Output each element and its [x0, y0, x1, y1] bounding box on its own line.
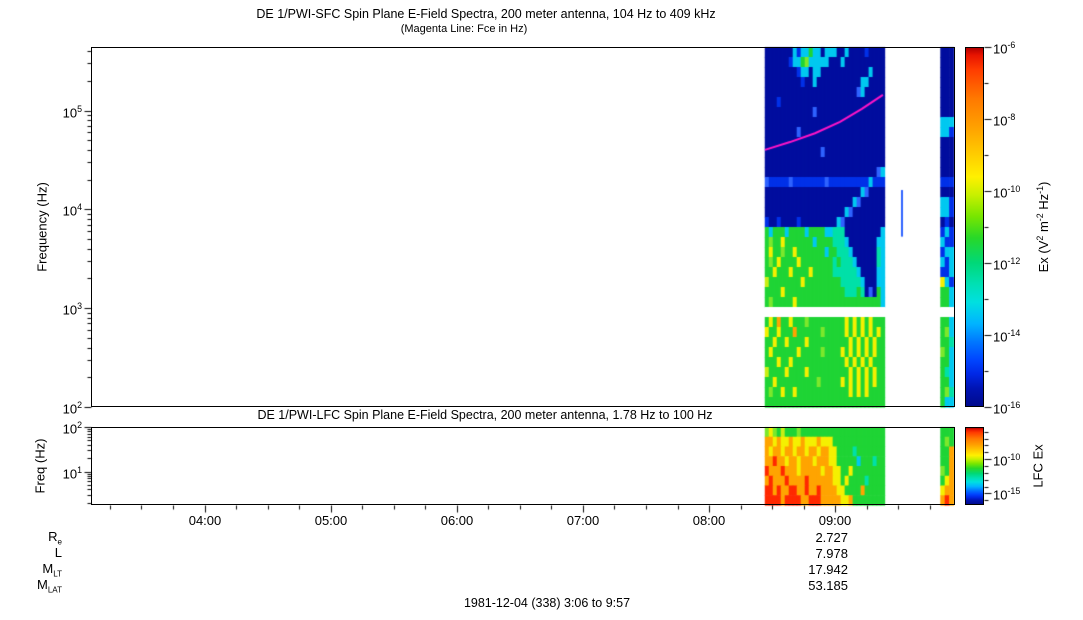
ephemeris-value-mlat: 53.185	[808, 578, 848, 593]
colorbar-tick-label: 10-10	[993, 452, 1021, 469]
sfc-colorbar-unit-label: Ex (V2 m-2 Hz-1)	[1034, 181, 1052, 273]
pwi-spectrogram-page: DE 1/PWI-SFC Spin Plane E-Field Spectra,…	[0, 0, 1083, 620]
freq-tick-label: 101	[62, 465, 82, 482]
sfc-panel-subtitle: (Magenta Line: Fce in Hz)	[400, 23, 528, 35]
colorbar-tick-label: 10-6	[993, 40, 1016, 57]
ephemeris-value-re: 2.727	[815, 530, 848, 545]
ephemeris-value-l: 7.978	[815, 546, 848, 561]
colorbar-tick-label: 10-16	[993, 400, 1021, 417]
lfc-panel-title: DE 1/PWI-LFC Spin Plane E-Field Spectra,…	[257, 408, 713, 422]
colorbar-tick-label: 10-10	[993, 184, 1021, 201]
freq-tick-label: 103	[62, 301, 82, 318]
sfc-panel-title: DE 1/PWI-SFC Spin Plane E-Field Spectra,…	[256, 7, 716, 21]
freq-tick-label: 105	[62, 104, 82, 121]
ephemeris-value-mlt: 17.942	[808, 562, 848, 577]
lfc-colorbar-unit-label: LFC Ex	[1030, 444, 1046, 488]
ephemeris-label-mlat: MLAT	[36, 577, 62, 595]
spectrogram-canvas	[0, 0, 1083, 620]
date-range-footer: 1981-12-04 (338) 3:06 to 9:57	[463, 596, 631, 610]
sfc-yaxis-label: Frequency (Hz)	[34, 182, 50, 272]
freq-tick-label: 102	[62, 420, 82, 437]
time-tick-label: 09:00	[818, 513, 852, 528]
colorbar-tick-label: 10-12	[993, 256, 1021, 273]
lfc-yaxis-label: Freq (Hz)	[32, 438, 48, 494]
time-tick-label: 06:00	[440, 513, 474, 528]
lfc-colorbar	[965, 427, 984, 505]
freq-tick-label: 104	[62, 202, 82, 219]
colorbar-tick-label: 10-8	[993, 112, 1016, 129]
colorbar-tick-label: 10-14	[993, 328, 1021, 345]
time-tick-label: 04:00	[188, 513, 222, 528]
colorbar-tick-label: 10-15	[993, 486, 1021, 503]
time-tick-label: 07:00	[566, 513, 600, 528]
time-tick-label: 05:00	[314, 513, 348, 528]
freq-tick-label: 102	[62, 400, 82, 417]
time-tick-label: 08:00	[692, 513, 726, 528]
sfc-colorbar	[965, 47, 984, 407]
